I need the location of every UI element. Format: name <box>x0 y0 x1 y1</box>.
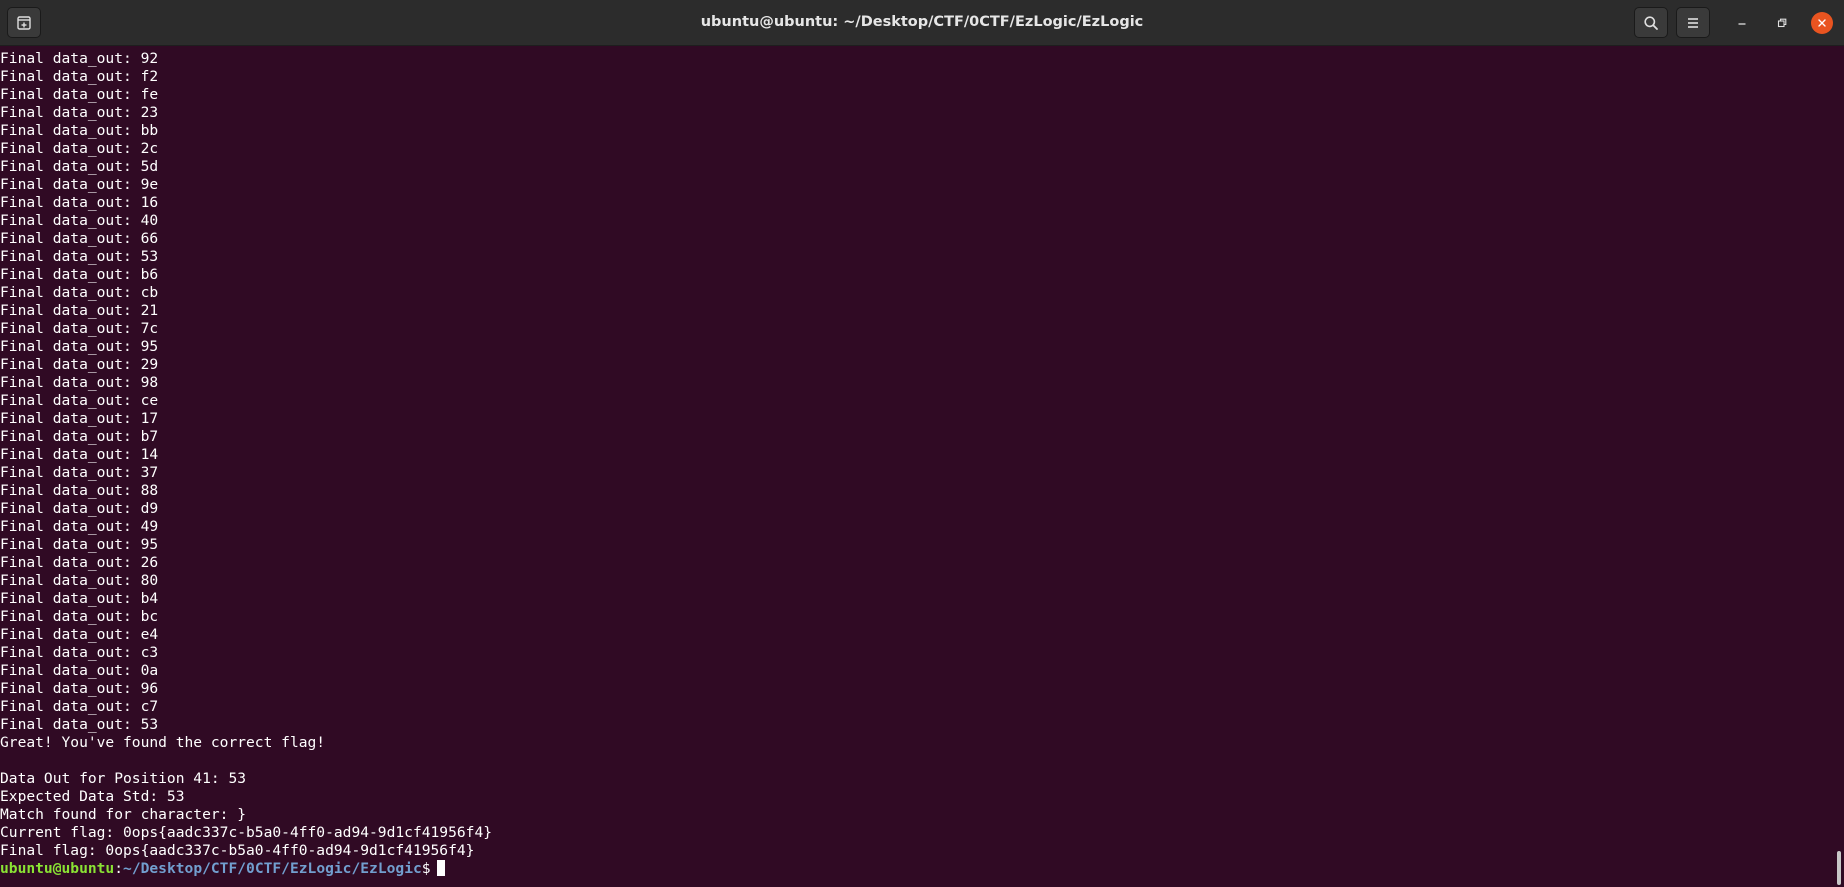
terminal-line: Final data_out: 21 <box>0 302 159 319</box>
terminal-line: Final data_out: e4 <box>0 626 159 643</box>
terminal-line: Final data_out: 37 <box>0 464 159 481</box>
terminal-line: Final data_out: c3 <box>0 644 159 661</box>
terminal-line: Final data_out: 95 <box>0 536 159 553</box>
restore-icon <box>1776 17 1788 29</box>
terminal-line: Final data_out: 88 <box>0 482 159 499</box>
terminal-line: Final data_out: fe <box>0 86 159 103</box>
minimize-icon <box>1736 17 1748 29</box>
terminal-line: Final data_out: 23 <box>0 104 159 121</box>
terminal-line: Final data_out: f2 <box>0 68 159 85</box>
terminal-line: Final data_out: 66 <box>0 230 159 247</box>
terminal-line: Final data_out: 14 <box>0 446 159 463</box>
terminal-line: Final data_out: 16 <box>0 194 159 211</box>
terminal-line: Final data_out: 7c <box>0 320 159 337</box>
new-tab-icon <box>16 15 32 31</box>
terminal-line: Final data_out: cb <box>0 284 159 301</box>
scrollbar-thumb[interactable] <box>1837 851 1841 885</box>
terminal-line: Final data_out: b4 <box>0 590 159 607</box>
terminal-line: Final data_out: 17 <box>0 410 159 427</box>
terminal-line: Final data_out: d9 <box>0 500 159 517</box>
terminal-output[interactable]: Final data_out: 92 Final data_out: f2 Fina… <box>0 46 1830 887</box>
title-bar[interactable]: ubuntu@ubuntu: ~/Desktop/CTF/0CTF/EzLogi… <box>0 0 1844 46</box>
shell-prompt-line[interactable]: ubuntu@ubuntu:~/Desktop/CTF/0CTF/EzLogic… <box>0 860 1830 878</box>
terminal-line: Final data_out: 49 <box>0 518 159 535</box>
terminal-line: Final data_out: 98 <box>0 374 159 391</box>
terminal-line: Final data_out: 53 <box>0 716 159 733</box>
terminal-line: Final data_out: ce <box>0 392 159 409</box>
terminal-line: Final data_out: 5d <box>0 158 159 175</box>
search-icon <box>1643 15 1659 31</box>
prompt-user-host: ubuntu@ubuntu <box>0 860 115 877</box>
prompt-working-directory: ~/Desktop/CTF/0CTF/EzLogic/EzLogic <box>123 860 422 877</box>
close-button[interactable] <box>1811 12 1833 34</box>
terminal-line: Final data_out: 29 <box>0 356 159 373</box>
prompt-separator: : <box>114 860 124 877</box>
terminal-line: Final data_out: 40 <box>0 212 159 229</box>
terminal-line: Final data_out: 96 <box>0 680 159 697</box>
scrollbar[interactable] <box>1830 46 1844 887</box>
terminal-line: Final data_out: b7 <box>0 428 159 445</box>
terminal-line: Final data_out: 0a <box>0 662 159 679</box>
terminal-line: Final data_out: 95 <box>0 338 159 355</box>
terminal-line: Final data_out: 53 <box>0 248 159 265</box>
new-tab-button[interactable] <box>7 7 41 38</box>
restore-button[interactable] <box>1770 11 1794 35</box>
hamburger-menu-icon <box>1685 15 1701 31</box>
terminal-line: Final flag: 0ops{aadc337c-b5a0-4ff0-ad94… <box>0 842 475 859</box>
terminal-line: Final data_out: bb <box>0 122 159 139</box>
terminal-line: Final data_out: bc <box>0 608 159 625</box>
terminal-line: Expected Data Std: 53 <box>0 788 185 805</box>
terminal-window: ubuntu@ubuntu: ~/Desktop/CTF/0CTF/EzLogi… <box>0 0 1844 887</box>
terminal-line: Final data_out: 26 <box>0 554 159 571</box>
prompt-symbol: $ <box>421 860 431 877</box>
terminal-line: Data Out for Position 41: 53 <box>0 770 247 787</box>
terminal-line: Final data_out: c7 <box>0 698 159 715</box>
terminal-line: Final data_out: 92 <box>0 50 159 67</box>
terminal-line: Final data_out: 2c <box>0 140 159 157</box>
terminal-line: Final data_out: 80 <box>0 572 159 589</box>
close-icon <box>1817 18 1827 28</box>
terminal-line: Final data_out: b6 <box>0 266 159 283</box>
terminal-line: Match found for character: } <box>0 806 247 823</box>
minimize-button[interactable] <box>1730 11 1754 35</box>
search-button[interactable] <box>1634 7 1668 38</box>
terminal-line: Final data_out: 9e <box>0 176 159 193</box>
terminal-line: Current flag: 0ops{aadc337c-b5a0-4ff0-ad… <box>0 824 493 841</box>
menu-button[interactable] <box>1676 7 1710 38</box>
terminal-line: Great! You've found the correct flag! <box>0 734 326 751</box>
text-cursor <box>436 860 445 876</box>
window-title: ubuntu@ubuntu: ~/Desktop/CTF/0CTF/EzLogi… <box>700 14 1144 30</box>
